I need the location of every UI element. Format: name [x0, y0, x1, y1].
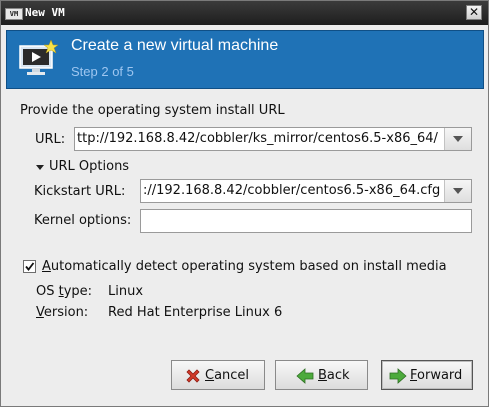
- title-bar[interactable]: VM New VM ✕: [1, 1, 488, 25]
- back-button-label: Back: [318, 368, 350, 383]
- os-type-value: Linux: [108, 284, 144, 299]
- kernel-options-label: Kernel options:: [34, 213, 132, 228]
- window-title: New VM: [25, 6, 65, 19]
- os-version-label-post: ersion:: [43, 305, 89, 320]
- forward-button[interactable]: Forward: [381, 360, 473, 390]
- chevron-down-icon: [453, 188, 463, 194]
- wizard-step: Step 2 of 5: [71, 64, 134, 79]
- autodetect-label-text: utomatically detect operating system bas…: [50, 259, 447, 274]
- back-mnemonic: B: [318, 368, 327, 383]
- cancel-mnemonic: C: [205, 368, 215, 383]
- back-arrow-icon: [296, 368, 314, 384]
- section-heading: Provide the operating system install URL: [20, 103, 285, 118]
- chevron-down-icon: [453, 136, 463, 142]
- kickstart-dropdown-button[interactable]: [444, 180, 471, 202]
- forward-label-text: orward: [417, 368, 463, 383]
- os-type-label: OS type:: [36, 284, 92, 299]
- back-button[interactable]: Back: [275, 360, 368, 390]
- expander-arrow-icon[interactable]: [36, 165, 44, 170]
- os-type-label-post: ype:: [63, 284, 93, 299]
- os-version-mnemonic: V: [36, 305, 44, 320]
- cancel-button-label: Cancel: [205, 368, 249, 383]
- kickstart-url-combobox[interactable]: ://192.168.8.42/cobbler/centos6.5-x86_64…: [140, 179, 472, 203]
- back-label-text: ack: [326, 368, 350, 383]
- cancel-label-text: ancel: [214, 368, 250, 383]
- check-icon: [25, 262, 35, 271]
- url-options-expander[interactable]: URL Options: [49, 159, 129, 174]
- cancel-button[interactable]: Cancel: [171, 360, 265, 390]
- url-combobox[interactable]: ttp://192.168.8.42/cobbler/ks_mirror/cen…: [74, 127, 472, 151]
- url-label: URL:: [35, 132, 66, 147]
- autodetect-mnemonic: A: [42, 259, 51, 274]
- wizard-header: Create a new virtual machine Step 2 of 5: [6, 30, 484, 89]
- monitor-star-icon: [19, 40, 58, 75]
- autodetect-label[interactable]: Automatically detect operating system ba…: [42, 259, 447, 274]
- forward-mnemonic: F: [410, 368, 418, 383]
- autodetect-checkbox[interactable]: [23, 260, 36, 273]
- kernel-options-input[interactable]: [140, 209, 472, 233]
- url-value[interactable]: ttp://192.168.8.42/cobbler/ks_mirror/cen…: [77, 131, 441, 146]
- os-version-value: Red Hat Enterprise Linux 6: [108, 305, 283, 320]
- app-icon: VM: [5, 8, 23, 20]
- close-button[interactable]: ✕: [466, 5, 482, 20]
- url-dropdown-button[interactable]: [444, 128, 471, 150]
- os-type-label-pre: OS: [36, 284, 59, 299]
- new-vm-dialog: VM New VM ✕ Create a new virtual machine…: [0, 0, 489, 407]
- kickstart-url-label: Kickstart URL:: [34, 184, 126, 199]
- kickstart-url-value[interactable]: ://192.168.8.42/cobbler/centos6.5-x86_64…: [143, 183, 441, 198]
- os-version-label: Version:: [36, 305, 88, 320]
- forward-button-label: Forward: [410, 368, 462, 383]
- cancel-x-icon: [186, 369, 200, 383]
- forward-arrow-icon: [389, 368, 407, 384]
- wizard-title: Create a new virtual machine: [71, 37, 279, 54]
